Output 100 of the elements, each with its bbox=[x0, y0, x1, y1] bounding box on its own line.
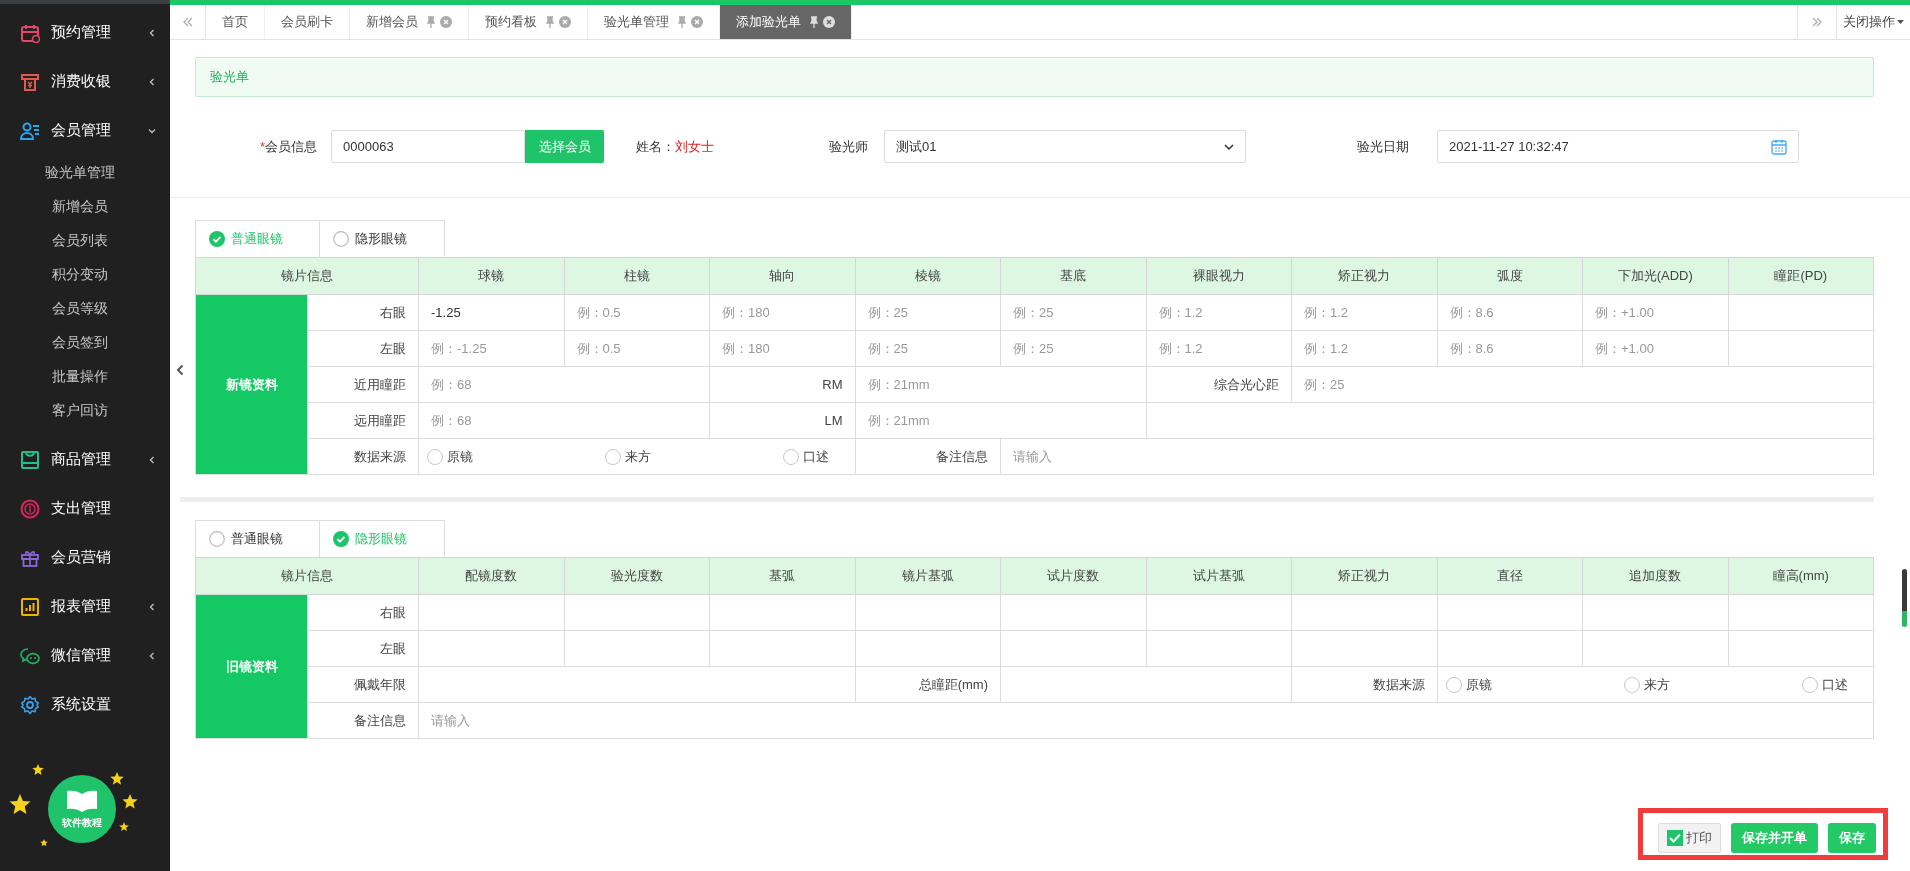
page-tab[interactable]: 预约看板 bbox=[469, 5, 588, 39]
coin-icon bbox=[20, 498, 40, 519]
input-cell[interactable] bbox=[418, 594, 564, 631]
column-header: 棱镜 bbox=[855, 257, 1001, 295]
column-header: 直径 bbox=[1437, 557, 1583, 595]
row-label: 佩戴年限 bbox=[307, 666, 419, 703]
row-label: 右眼 bbox=[307, 594, 419, 631]
input-cell[interactable] bbox=[1146, 594, 1292, 631]
section-title-cell: 旧镜资料 bbox=[195, 594, 308, 739]
radio-option[interactable]: 原镜 bbox=[427, 447, 473, 466]
radio-option[interactable]: 口述 bbox=[783, 447, 829, 466]
input-cell[interactable] bbox=[1437, 594, 1583, 631]
input-cell[interactable] bbox=[1000, 594, 1146, 631]
submenu-item[interactable]: 会员等级 bbox=[0, 291, 160, 325]
column-header: 镜片信息 bbox=[195, 557, 419, 595]
calendar-icon bbox=[20, 22, 40, 43]
row-label: 右眼 bbox=[307, 294, 419, 331]
column-header: 验光度数 bbox=[564, 557, 710, 595]
menu-item[interactable]: 支出管理 bbox=[0, 484, 170, 533]
submenu-item[interactable]: 会员签到 bbox=[0, 325, 160, 359]
input-cell[interactable]: -1.25 bbox=[418, 294, 564, 331]
column-header: 下加光(ADD) bbox=[1582, 257, 1728, 295]
column-header: 试片度数 bbox=[1000, 557, 1146, 595]
input-cell[interactable] bbox=[1728, 330, 1874, 367]
bar-chart-icon bbox=[20, 596, 40, 617]
column-header: 裸眼视力 bbox=[1146, 257, 1292, 295]
submenu-item[interactable]: 会员列表 bbox=[0, 223, 160, 257]
input-cell[interactable] bbox=[418, 666, 855, 703]
input-cell[interactable] bbox=[564, 594, 710, 631]
menu-item[interactable]: 会员营销 bbox=[0, 533, 170, 582]
field-label: 验光师 bbox=[828, 137, 868, 156]
page-tab[interactable]: 新增会员 bbox=[350, 5, 469, 39]
input-cell[interactable] bbox=[564, 630, 710, 667]
page-tab[interactable]: 会员刷卡 bbox=[265, 5, 350, 39]
input-cell[interactable] bbox=[418, 630, 564, 667]
column-header: 配镜度数 bbox=[418, 557, 564, 595]
page-tab[interactable]: 首页 bbox=[206, 5, 265, 39]
input-cell[interactable] bbox=[855, 630, 1001, 667]
column-header: 矫正视力 bbox=[1291, 557, 1437, 595]
date-field[interactable]: 2021-11-27 10:32:47 bbox=[1437, 130, 1799, 163]
book-icon bbox=[65, 788, 99, 813]
input-cell[interactable] bbox=[1000, 630, 1146, 667]
receipt-icon bbox=[20, 71, 40, 92]
radio-option[interactable]: 口述 bbox=[1801, 675, 1848, 694]
column-header: 瞳距(PD) bbox=[1728, 257, 1874, 295]
input-cell[interactable] bbox=[1582, 630, 1728, 667]
input-cell[interactable] bbox=[1291, 594, 1437, 631]
column-header: 追加度数 bbox=[1582, 557, 1728, 595]
pin-icon bbox=[678, 16, 686, 28]
row-label: 近用瞳距 bbox=[307, 366, 419, 403]
menu-item[interactable]: 商品管理 bbox=[0, 435, 170, 484]
submenu-item[interactable]: 批量操作 bbox=[0, 359, 160, 393]
scrollbar-thumb[interactable] bbox=[1902, 569, 1907, 627]
column-header: 基弧 bbox=[709, 557, 855, 595]
pin-icon bbox=[546, 16, 554, 28]
chevron-left-icon bbox=[176, 364, 184, 376]
field-label: 综合光心距 bbox=[1146, 366, 1292, 403]
page-tab[interactable]: 添加验光单 bbox=[720, 5, 852, 39]
menu-item[interactable]: 微信管理 bbox=[0, 631, 170, 680]
radio-option[interactable]: 原镜 bbox=[1445, 675, 1492, 694]
member-name: 姓名：刘女士 bbox=[636, 137, 715, 156]
double-chevron-icon bbox=[181, 16, 194, 28]
field-label: *会员信息 bbox=[258, 137, 317, 156]
row-label: 备注信息 bbox=[307, 702, 419, 739]
gear-icon bbox=[20, 694, 40, 715]
input-cell[interactable] bbox=[1000, 666, 1292, 703]
input-cell[interactable] bbox=[1437, 630, 1583, 667]
menu-item[interactable]: 预约管理 bbox=[0, 8, 170, 57]
submenu-item[interactable]: 验光单管理 bbox=[0, 155, 160, 189]
submenu-item[interactable]: 积分变动 bbox=[0, 257, 160, 291]
menu-item[interactable]: 系统设置 bbox=[0, 680, 170, 729]
menu-item[interactable]: 消费收银 bbox=[0, 57, 170, 106]
input-cell[interactable] bbox=[1728, 630, 1874, 667]
input-cell[interactable] bbox=[1582, 594, 1728, 631]
optometrist-select[interactable]: 测试01 bbox=[884, 130, 1246, 163]
member-input[interactable]: 0000063 bbox=[331, 130, 525, 163]
submenu-item[interactable]: 客户回访 bbox=[0, 393, 160, 427]
panel-title: 验光单 bbox=[195, 57, 1874, 97]
radio-option[interactable]: 来方 bbox=[1623, 675, 1670, 694]
input-cell[interactable] bbox=[855, 594, 1001, 631]
user-list-icon bbox=[20, 120, 40, 141]
field-label: RM bbox=[709, 366, 855, 403]
input-cell[interactable] bbox=[1728, 294, 1874, 331]
radio-option[interactable]: 来方 bbox=[605, 447, 651, 466]
field-label: 备注信息 bbox=[855, 438, 1001, 475]
check-circle-icon bbox=[333, 531, 349, 547]
pin-icon bbox=[810, 16, 818, 28]
input-cell[interactable] bbox=[709, 630, 855, 667]
menu-item[interactable]: 会员管理 bbox=[0, 106, 170, 155]
input-cell[interactable] bbox=[709, 594, 855, 631]
submenu-item[interactable]: 新增会员 bbox=[0, 189, 160, 223]
print-checkbox[interactable]: 打印 bbox=[1658, 823, 1721, 853]
radio-icon bbox=[333, 231, 349, 247]
input-cell[interactable] bbox=[1728, 594, 1874, 631]
chat-icon bbox=[20, 645, 40, 666]
menu-item[interactable]: 报表管理 bbox=[0, 582, 170, 631]
field-label: LM bbox=[709, 402, 855, 439]
input-cell[interactable] bbox=[1291, 630, 1437, 667]
column-header: 镜片基弧 bbox=[855, 557, 1001, 595]
input-cell[interactable] bbox=[1146, 630, 1292, 667]
